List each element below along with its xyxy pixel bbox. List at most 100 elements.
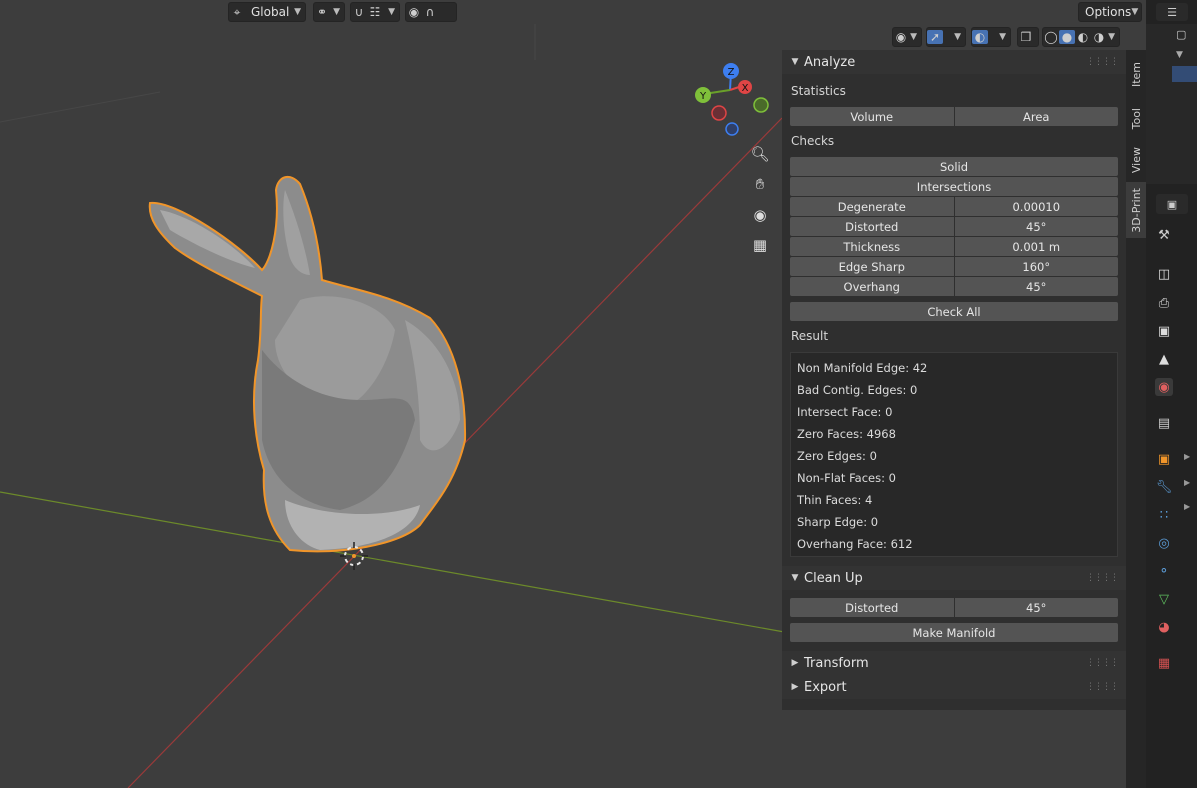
- collapsed-arrow-icon[interactable]: ▶: [1184, 452, 1190, 461]
- collapsed-arrow-icon[interactable]: ▶: [1184, 502, 1190, 511]
- distorted-value[interactable]: 45°: [954, 217, 1118, 236]
- cleanup-header[interactable]: ▼ Clean Up ⋮⋮⋮⋮: [782, 566, 1126, 590]
- transform-title: Transform: [804, 655, 869, 671]
- material-shading-icon[interactable]: ◐: [1075, 30, 1091, 44]
- collapsed-arrow-icon[interactable]: ▶: [1184, 478, 1190, 487]
- object-data-icon[interactable]: ▽: [1155, 590, 1173, 608]
- camera-icon[interactable]: ◉: [747, 202, 773, 228]
- svg-text:Z: Z: [728, 67, 735, 78]
- make-manifold-button[interactable]: Make Manifold: [790, 623, 1118, 642]
- chevron-down-icon: ▼: [1108, 32, 1115, 42]
- orientation-dropdown[interactable]: ⌖ Global ▼: [228, 2, 306, 22]
- expand-arrow-icon[interactable]: ▼: [1176, 50, 1183, 60]
- check-row: Degenerate 0.00010: [790, 197, 1118, 216]
- thickness-value[interactable]: 0.001 m: [954, 237, 1118, 256]
- intersections-button[interactable]: Intersections: [790, 177, 1118, 196]
- result-line[interactable]: Overhang Face: 612: [797, 537, 913, 551]
- drag-grip-icon[interactable]: ⋮⋮⋮⋮: [1086, 573, 1119, 583]
- result-line[interactable]: Non Manifold Edge: 42: [797, 361, 927, 375]
- particles-icon[interactable]: ∷: [1155, 506, 1173, 524]
- result-line[interactable]: Sharp Edge: 0: [797, 515, 878, 529]
- orientation-label: Global: [251, 5, 290, 19]
- overhang-value[interactable]: 45°: [954, 277, 1118, 296]
- area-button[interactable]: Area: [954, 107, 1118, 126]
- wireframe-shading-icon[interactable]: ◯: [1043, 30, 1059, 44]
- cleanup-distorted-value[interactable]: 45°: [954, 598, 1118, 617]
- material-icon[interactable]: ◕: [1155, 618, 1173, 636]
- gizmo-toggle[interactable]: ➚ ▼: [926, 27, 966, 47]
- magnet-icon: ∪: [354, 5, 364, 19]
- tab-tool[interactable]: Tool: [1126, 100, 1146, 138]
- drag-grip-icon[interactable]: ⋮⋮⋮⋮: [1086, 658, 1119, 668]
- edge-sharp-button[interactable]: Edge Sharp: [790, 257, 955, 276]
- navigation-gizmo[interactable]: Z X Y: [690, 60, 770, 140]
- scene-icon[interactable]: ▲: [1155, 350, 1173, 368]
- edge-sharp-value[interactable]: 160°: [954, 257, 1118, 276]
- pan-hand-icon[interactable]: ✋︎: [747, 171, 773, 197]
- result-line[interactable]: Non-Flat Faces: 0: [797, 471, 896, 485]
- degenerate-value[interactable]: 0.00010: [954, 197, 1118, 216]
- degenerate-button[interactable]: Degenerate: [790, 197, 955, 216]
- analyze-title: Analyze: [804, 54, 856, 70]
- perspective-grid-icon[interactable]: ▦: [747, 232, 773, 258]
- proportional-icon: ◉: [408, 5, 420, 19]
- cleanup-distorted-button[interactable]: Distorted: [790, 598, 955, 617]
- transform-header[interactable]: ▶ Transform ⋮⋮⋮⋮: [782, 651, 1126, 675]
- output-icon[interactable]: ⎙: [1155, 294, 1173, 312]
- snap-dropdown[interactable]: ∪ ☷ ▼: [350, 2, 400, 22]
- analyze-header[interactable]: ▼ Analyze ⋮⋮⋮⋮: [782, 50, 1126, 74]
- result-line[interactable]: Bad Contig. Edges: 0: [797, 383, 917, 397]
- result-line[interactable]: Thin Faces: 4: [797, 493, 872, 507]
- modifier-wrench-icon[interactable]: 🔧︎: [1155, 478, 1173, 496]
- cleanup-title: Clean Up: [804, 570, 863, 586]
- check-all-button[interactable]: Check All: [790, 302, 1118, 321]
- solid-shading-icon[interactable]: ●: [1059, 30, 1075, 44]
- pivot-dropdown[interactable]: ⚭ ▼: [313, 2, 345, 22]
- orientation-icon: ⌖: [233, 4, 241, 19]
- distorted-button[interactable]: Distorted: [790, 217, 955, 236]
- svg-text:Y: Y: [699, 91, 707, 102]
- options-label: Options: [1085, 5, 1132, 19]
- eye-icon: ◉: [895, 30, 907, 44]
- view-layer-icon[interactable]: ▣: [1155, 322, 1173, 340]
- rendered-shading-icon[interactable]: ◑: [1091, 30, 1107, 44]
- statistics-label: Statistics: [791, 84, 846, 98]
- thickness-button[interactable]: Thickness: [790, 237, 955, 256]
- render-icon[interactable]: ◫: [1155, 265, 1173, 283]
- object-icon[interactable]: ▣: [1155, 450, 1173, 468]
- xray-toggle[interactable]: ❒: [1017, 27, 1039, 47]
- volume-button[interactable]: Volume: [790, 107, 955, 126]
- collapsed-triangle-icon: ▶: [791, 658, 799, 668]
- export-header[interactable]: ▶ Export ⋮⋮⋮⋮: [782, 675, 1126, 699]
- tab-item-label: Item: [1129, 62, 1143, 88]
- texture-icon[interactable]: ▦: [1155, 654, 1173, 672]
- drag-grip-icon[interactable]: ⋮⋮⋮⋮: [1086, 57, 1119, 67]
- collection-properties-icon[interactable]: ▤: [1155, 414, 1173, 432]
- result-line[interactable]: Zero Edges: 0: [797, 449, 877, 463]
- proportional-edit[interactable]: ◉ ∩: [405, 2, 457, 22]
- tab-view[interactable]: View: [1126, 140, 1146, 180]
- editor-type-dropdown[interactable]: ☰: [1156, 3, 1188, 21]
- properties-type-dropdown[interactable]: ▣: [1156, 194, 1188, 214]
- tool-icon[interactable]: ⚒: [1155, 226, 1173, 244]
- constraints-icon[interactable]: ⚬: [1155, 562, 1173, 580]
- visibility-dropdown[interactable]: ◉ ▼: [892, 27, 922, 47]
- overlay-toggle[interactable]: ◐ ▼: [971, 27, 1011, 47]
- drag-grip-icon[interactable]: ⋮⋮⋮⋮: [1086, 682, 1119, 692]
- options-dropdown[interactable]: Options ▼: [1078, 2, 1142, 22]
- tab-item[interactable]: Item: [1126, 52, 1146, 98]
- result-box: Non Manifold Edge: 42 Bad Contig. Edges:…: [790, 352, 1118, 557]
- overhang-button[interactable]: Overhang: [790, 277, 955, 296]
- shading-modes[interactable]: ◯ ● ◐ ◑ ▼: [1042, 27, 1120, 47]
- outliner-area: ▢ ▼: [1146, 24, 1197, 184]
- result-line[interactable]: Zero Faces: 4968: [797, 427, 896, 441]
- annotation-labels: 1 2 3: [0, 0, 1, 1]
- world-icon[interactable]: ◉: [1155, 378, 1173, 396]
- tab-3d-print[interactable]: 3D-Print: [1126, 182, 1146, 238]
- physics-icon[interactable]: ◎: [1155, 534, 1173, 552]
- zoom-icon[interactable]: 🔍︎: [747, 141, 773, 167]
- solid-button[interactable]: Solid: [790, 157, 1118, 176]
- result-line[interactable]: Intersect Face: 0: [797, 405, 892, 419]
- bunny-mesh: [148, 175, 467, 553]
- outliner-selected-row[interactable]: [1172, 66, 1197, 82]
